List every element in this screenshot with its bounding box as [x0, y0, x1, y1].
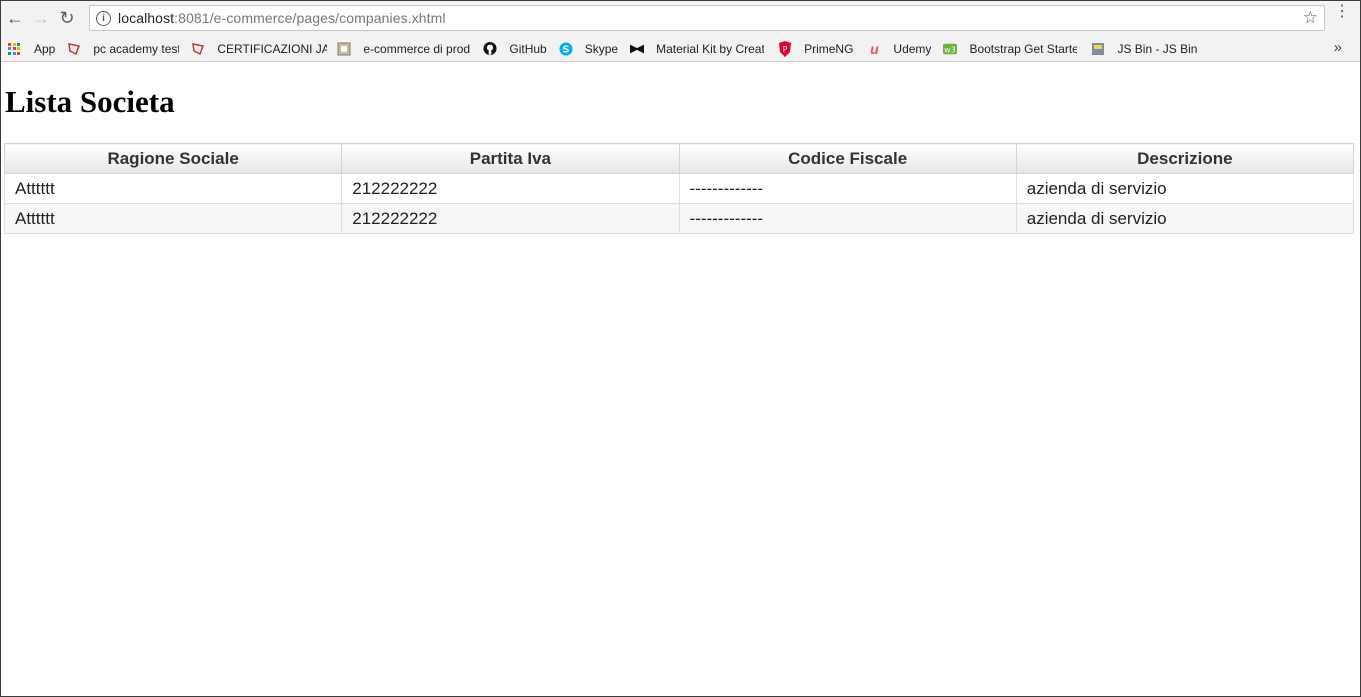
bookmark-label: Bootstrap Get Starte — [969, 41, 1078, 56]
bookmark-page-icon — [337, 42, 351, 56]
github-icon — [483, 41, 497, 56]
browser-menu-icon[interactable]: ⋮ — [1334, 4, 1350, 20]
bookmark-bootstrap[interactable]: w3 Bootstrap Get Starte — [943, 38, 1077, 60]
bookmark-label: Material Kit by Creat — [656, 41, 765, 56]
cell-partita-iva: 212222222 — [341, 173, 680, 204]
cell-codice-fiscale: ------------- — [678, 203, 1017, 234]
cell-partita-iva: 212222222 — [341, 203, 680, 234]
bookmark-folder-icon — [67, 42, 81, 56]
forward-arrow-icon[interactable]: → — [29, 7, 53, 31]
bookmark-label: GitHub — [509, 41, 547, 56]
page-title: Lista Societa — [5, 84, 175, 119]
svg-text:w3: w3 — [945, 45, 956, 54]
bookmark-label: e-commerce di prod — [363, 41, 471, 56]
bowtie-icon — [630, 42, 645, 56]
bookmark-ecommerce[interactable]: e-commerce di prod — [337, 38, 471, 60]
bookmark-apps[interactable]: App — [7, 38, 55, 60]
bookmark-label: PrimeNG — [804, 41, 854, 56]
table-header-row: Ragione Sociale Partita Iva Codice Fisca… — [3, 143, 1355, 174]
bookmark-folder-icon — [191, 42, 205, 56]
bookmark-jsbin[interactable]: JS Bin - JS Bin — [1091, 38, 1197, 60]
url-path: :8081/e-commerce/pages/companies.xhtml — [174, 10, 446, 26]
column-header-codice-fiscale[interactable]: Codice Fiscale — [678, 143, 1017, 174]
bookmark-label: App — [34, 41, 56, 56]
reload-icon[interactable]: ↻ — [55, 7, 79, 31]
column-header-partita-iva[interactable]: Partita Iva — [341, 143, 680, 174]
url-host: localhost — [118, 10, 175, 26]
bookmark-pc-academy[interactable]: pc academy test — [67, 38, 179, 60]
bookmark-label: CERTIFICAZIONI JAV — [217, 41, 328, 56]
bookmarks-bar: App pc academy test CERTIFICAZIONI JAV e… — [1, 36, 1360, 62]
svg-text:P: P — [783, 45, 788, 54]
apps-grid-icon — [7, 42, 21, 56]
cell-codice-fiscale: ------------- — [678, 173, 1017, 204]
bookmark-label: Udemy — [893, 41, 932, 56]
bookmark-primeng[interactable]: P PrimeNG — [778, 38, 853, 60]
bookmark-label: pc academy test — [93, 41, 180, 56]
svg-text:S: S — [562, 44, 569, 55]
jsbin-icon — [1091, 42, 1105, 56]
bookmark-github[interactable]: GitHub — [483, 38, 547, 60]
column-header-descrizione[interactable]: Descrizione — [1015, 143, 1355, 174]
bookmark-udemy[interactable]: u Udemy — [867, 38, 931, 60]
bookmarks-overflow-icon[interactable]: » — [1334, 39, 1342, 56]
table-row[interactable]: Atttttt 212222222 ------------- azienda … — [3, 173, 1355, 204]
bookmark-material-kit[interactable]: Material Kit by Creat — [630, 38, 764, 60]
cell-descrizione: azienda di servizio — [1015, 173, 1355, 204]
table-row[interactable]: Atttttt 212222222 ------------- azienda … — [3, 203, 1355, 234]
bookmark-skype[interactable]: S Skype — [559, 38, 618, 60]
browser-toolbar: ← → ↻ i localhost:8081/e-commerce/pages/… — [1, 1, 1360, 36]
bookmark-certificazioni[interactable]: CERTIFICAZIONI JAV — [191, 38, 327, 60]
primeng-shield-icon: P — [778, 40, 792, 57]
skype-icon: S — [559, 41, 573, 56]
cell-ragione-sociale: Atttttt — [3, 203, 343, 234]
udemy-icon: u — [870, 40, 879, 57]
bookmark-label: Skype — [584, 41, 619, 56]
info-icon[interactable]: i — [96, 10, 111, 26]
back-arrow-icon[interactable]: ← — [3, 7, 27, 31]
bookmark-star-icon[interactable]: ☆ — [1303, 8, 1318, 28]
column-header-ragione-sociale[interactable]: Ragione Sociale — [3, 143, 343, 174]
address-bar[interactable]: i localhost:8081/e-commerce/pages/compan… — [89, 5, 1325, 31]
companies-table: Ragione Sociale Partita Iva Codice Fisca… — [3, 143, 1355, 234]
cell-descrizione: azienda di servizio — [1015, 203, 1355, 234]
url-text[interactable]: localhost:8081/e-commerce/pages/companie… — [118, 10, 446, 26]
cell-ragione-sociale: Atttttt — [3, 173, 343, 204]
bootstrap-icon: w3 — [943, 42, 958, 56]
bookmark-label: JS Bin - JS Bin — [1117, 41, 1198, 56]
browser-window — [0, 0, 1361, 697]
